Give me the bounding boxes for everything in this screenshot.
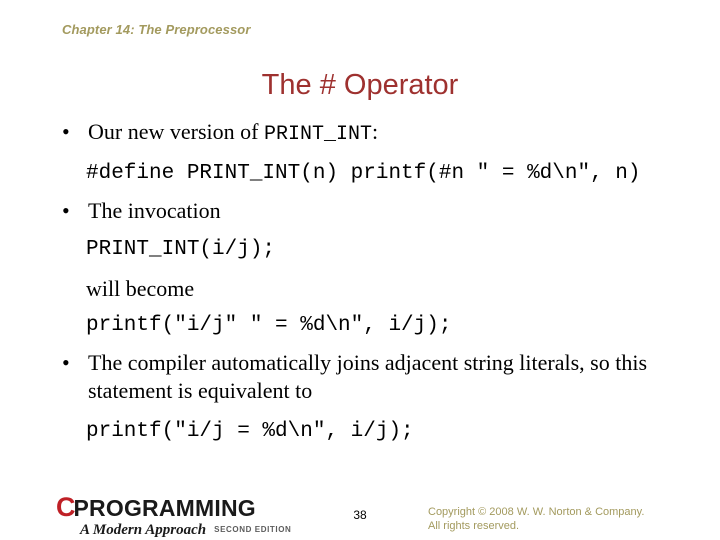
bullet-1-text: Our new version of (88, 119, 264, 144)
bullet-marker-icon: • (62, 198, 70, 223)
logo-subtitle-row: A Modern Approach SECOND EDITION (80, 521, 296, 539)
code-line-joined: printf("i/j = %d\n", i/j); (86, 420, 414, 443)
slide: Chapter 14: The Preprocessor The # Opera… (0, 0, 720, 540)
copyright-line-1: Copyright © 2008 W. W. Norton & Company. (428, 506, 645, 518)
bullet-item-3: • The compiler automatically joins adjace… (0, 349, 720, 405)
code-line-define: #define PRINT_INT(n) printf(#n " = %d\n"… (86, 162, 641, 185)
code-line-expanded: printf("i/j" " = %d\n", i/j); (86, 314, 452, 337)
slide-body: • Our new version of PRINT_INT: #define P… (0, 118, 720, 445)
bullet-item-2: • The invocation (0, 197, 720, 225)
copyright-notice: Copyright © 2008 W. W. Norton & Company.… (428, 505, 708, 533)
bullet-item-1: • Our new version of PRINT_INT: (0, 118, 720, 149)
logo-edition: SECOND EDITION (214, 525, 292, 534)
logo-title-row: CPROGRAMMING (56, 494, 296, 521)
chapter-header: Chapter 14: The Preprocessor (62, 22, 251, 37)
will-become-text: will become (86, 276, 195, 301)
page-title: The # Operator (261, 69, 459, 101)
page-number: 38 (353, 508, 367, 522)
code-line-invocation: PRINT_INT(i/j); (86, 238, 276, 261)
logo-c-letter: C (56, 492, 75, 522)
slide-footer: CPROGRAMMING A Modern Approach SECOND EDI… (0, 488, 720, 540)
bullet-marker-icon: • (62, 350, 70, 375)
bullet-1-tail: : (372, 119, 379, 144)
bullet-3-text: The compiler automatically joins adjacen… (88, 350, 648, 403)
bullet-1-code-term: PRINT_INT (263, 123, 372, 146)
copyright-line-2: All rights reserved. (428, 520, 520, 532)
bullet-2-text: The invocation (88, 198, 221, 223)
book-logo: CPROGRAMMING A Modern Approach SECOND EDI… (56, 494, 296, 539)
logo-programming-word: PROGRAMMING (73, 495, 256, 521)
logo-subtitle: A Modern Approach (80, 522, 207, 538)
bullet-marker-icon: • (62, 119, 70, 144)
